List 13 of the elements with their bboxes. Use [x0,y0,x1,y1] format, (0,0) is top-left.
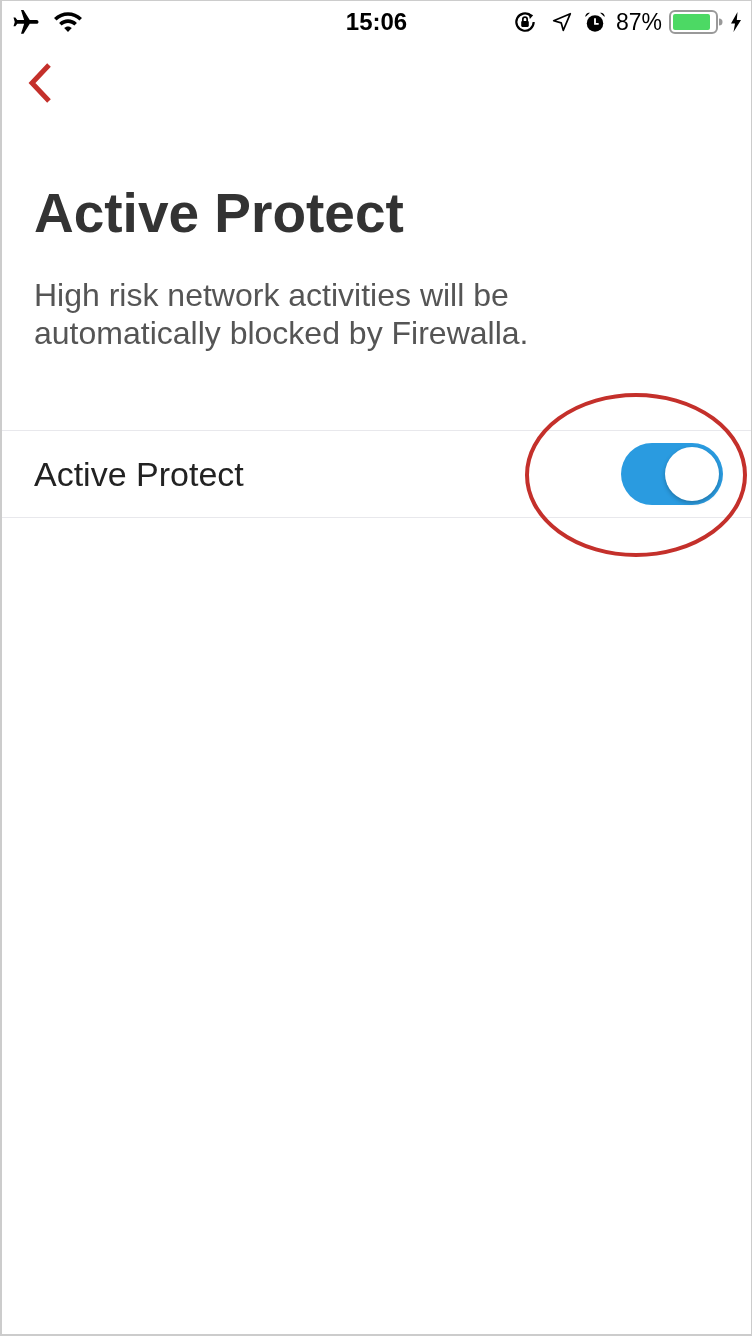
page-title: Active Protect [33,181,405,245]
battery-percent: 87% [615,8,662,36]
charging-bolt-icon [731,12,741,32]
location-arrow-icon [551,12,572,32]
page-description: High risk network activities will be automatically blocked by Firewalla. [33,276,530,352]
wifi-icon [54,12,82,32]
status-time: 15:06 [345,8,408,36]
battery-icon [669,10,723,34]
airplane-icon [12,9,40,35]
alarm-clock-icon [583,11,606,33]
setting-label: Active Protect [34,454,244,494]
chevron-left-icon [27,63,53,103]
back-button[interactable] [27,63,53,103]
